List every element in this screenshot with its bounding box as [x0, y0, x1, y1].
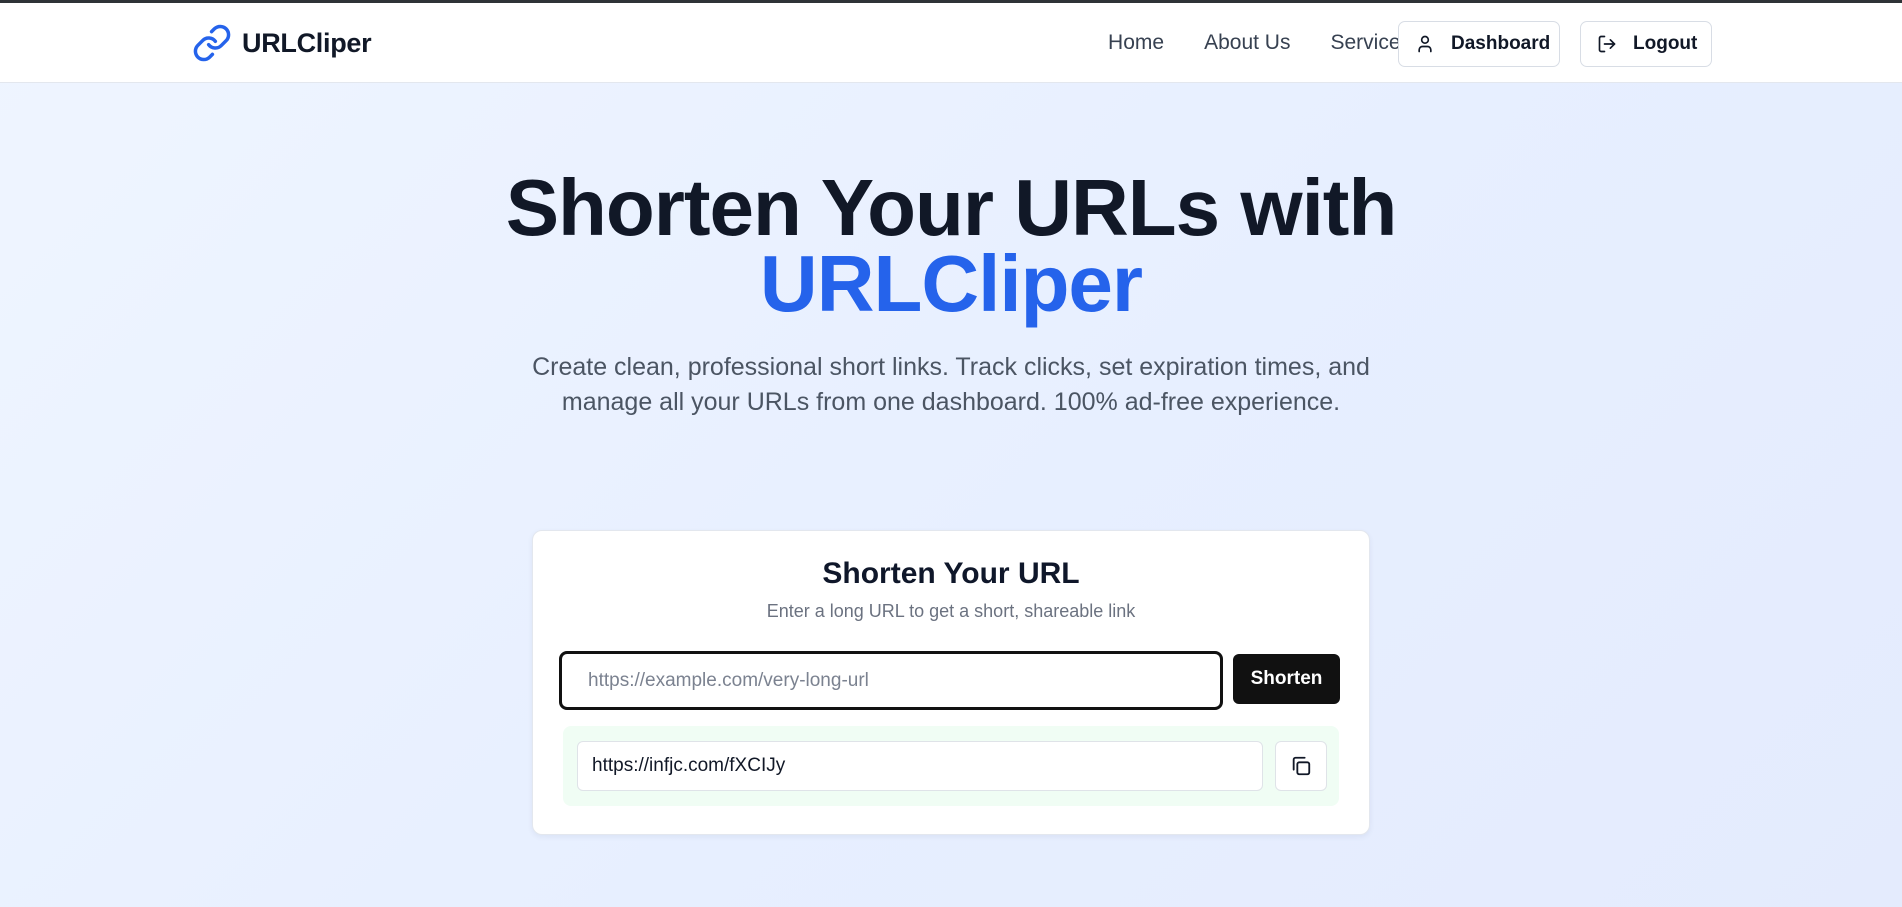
main-nav: Home About Us Services [1108, 23, 1411, 63]
nav-link-home[interactable]: Home [1108, 31, 1164, 55]
shortener-card-title: Shorten Your URL [822, 557, 1080, 590]
logout-button-label: Logout [1633, 33, 1698, 54]
copy-button[interactable] [1275, 741, 1327, 791]
logout-button[interactable]: Logout [1580, 21, 1712, 67]
dashboard-button-label: Dashboard [1451, 33, 1551, 54]
hero-subtitle: Create clean, professional short links. … [532, 353, 1370, 416]
user-icon [1415, 34, 1451, 54]
shorten-button[interactable]: Shorten [1233, 654, 1340, 704]
brand-logo[interactable]: URLCliper [192, 23, 372, 63]
short-url-result: https://infjc.com/fXCIJy [563, 726, 1339, 806]
brand-name: URLCliper [242, 27, 372, 58]
copy-icon [1290, 755, 1312, 777]
top-navbar: URLCliper Home About Us Services Dashboa… [0, 3, 1902, 83]
nav-link-about-us[interactable]: About Us [1204, 31, 1290, 55]
shortener-card-subtitle: Enter a long URL to get a short, shareab… [766, 601, 1136, 621]
dashboard-button[interactable]: Dashboard [1398, 21, 1560, 67]
shortener-card: Shorten Your URL Enter a long URL to get… [532, 530, 1370, 835]
logout-icon [1597, 34, 1633, 54]
link-icon [192, 23, 232, 63]
short-url-field[interactable]: https://infjc.com/fXCIJy [577, 741, 1263, 791]
hero-section: Shorten Your URLs with URLCliper Create … [0, 168, 1902, 420]
hero-title: Shorten Your URLs with URLCliper [0, 168, 1902, 324]
hero-title-accent: URLCliper [759, 239, 1143, 328]
long-url-input[interactable] [559, 651, 1223, 710]
